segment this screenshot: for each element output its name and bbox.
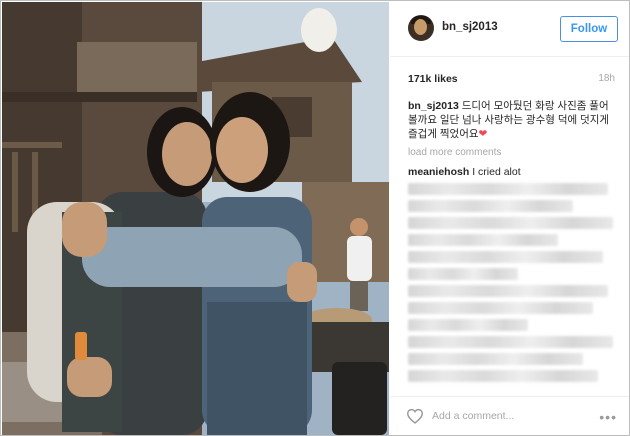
comment-item: meaniehosh I cried alot <box>408 166 521 178</box>
header-username[interactable]: bn_sj2013 <box>442 21 498 33</box>
caption-username[interactable]: bn_sj2013 <box>408 100 459 112</box>
blurred-comment <box>408 217 613 229</box>
blurred-comment <box>408 285 608 297</box>
follow-button[interactable]: Follow <box>560 16 618 42</box>
blurred-comment <box>408 353 583 365</box>
blurred-comment <box>408 251 603 263</box>
blurred-comment <box>408 319 528 331</box>
avatar[interactable] <box>408 15 434 41</box>
blurred-comment <box>408 234 558 246</box>
photo-illustration <box>2 2 389 435</box>
load-more-comments-link[interactable]: load more comments <box>408 147 501 158</box>
more-options-icon[interactable]: ••• <box>599 409 617 425</box>
heart-outline-icon[interactable] <box>406 408 424 424</box>
blurred-comment <box>408 336 613 348</box>
blurred-comment <box>408 183 608 195</box>
post-header: bn_sj2013 Follow <box>390 2 629 57</box>
post-time[interactable]: 18h <box>598 73 615 84</box>
post-footer: Add a comment... ••• <box>390 396 629 436</box>
heart-emoji-icon: ❤ <box>478 128 488 140</box>
blurred-comment <box>408 268 518 280</box>
post-sidebar: bn_sj2013 Follow 171k likes 18h bn_sj201… <box>390 2 629 435</box>
instagram-post-window: bn_sj2013 Follow 171k likes 18h bn_sj201… <box>0 0 630 436</box>
likes-count[interactable]: 171k likes <box>408 73 458 85</box>
caption: bn_sj2013 드디어 모아뒀던 화랑 사진좀 풀어볼까요 일단 넘나 사랑… <box>408 99 618 141</box>
blurred-comment <box>408 370 598 382</box>
comment-text: I cried alot <box>472 166 521 178</box>
blurred-comment <box>408 200 573 212</box>
add-comment-input[interactable]: Add a comment... <box>432 410 514 422</box>
post-photo[interactable] <box>2 2 389 435</box>
blurred-comment <box>408 302 593 314</box>
comment-username[interactable]: meaniehosh <box>408 166 469 178</box>
